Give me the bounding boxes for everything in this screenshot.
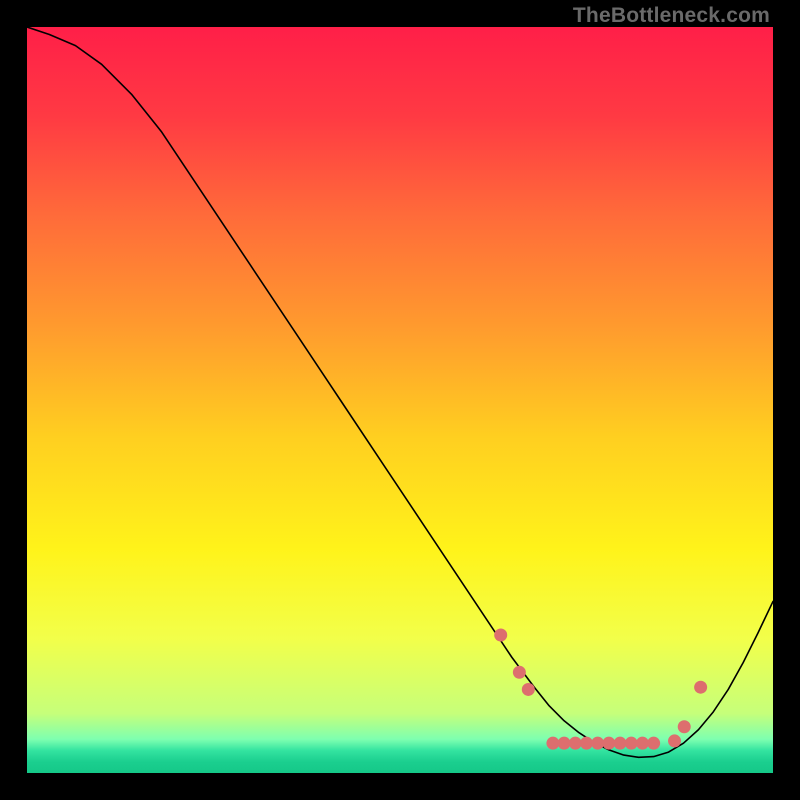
curve-marker bbox=[522, 683, 535, 696]
curve-marker bbox=[678, 720, 691, 733]
curve-marker bbox=[668, 734, 681, 747]
curve-marker bbox=[694, 681, 707, 694]
curve-marker bbox=[546, 737, 559, 750]
curve-marker bbox=[494, 628, 507, 641]
curve-marker bbox=[558, 737, 571, 750]
curve-marker bbox=[569, 737, 582, 750]
curve-marker bbox=[602, 737, 615, 750]
watermark-text: TheBottleneck.com bbox=[573, 4, 770, 28]
curve-marker bbox=[591, 737, 604, 750]
curve-marker bbox=[625, 737, 638, 750]
chart-background bbox=[27, 27, 773, 773]
chart-frame bbox=[27, 27, 773, 773]
curve-marker bbox=[636, 737, 649, 750]
curve-marker bbox=[513, 666, 526, 679]
curve-marker bbox=[614, 737, 627, 750]
bottleneck-chart bbox=[27, 27, 773, 773]
curve-marker bbox=[647, 737, 660, 750]
curve-marker bbox=[580, 737, 593, 750]
